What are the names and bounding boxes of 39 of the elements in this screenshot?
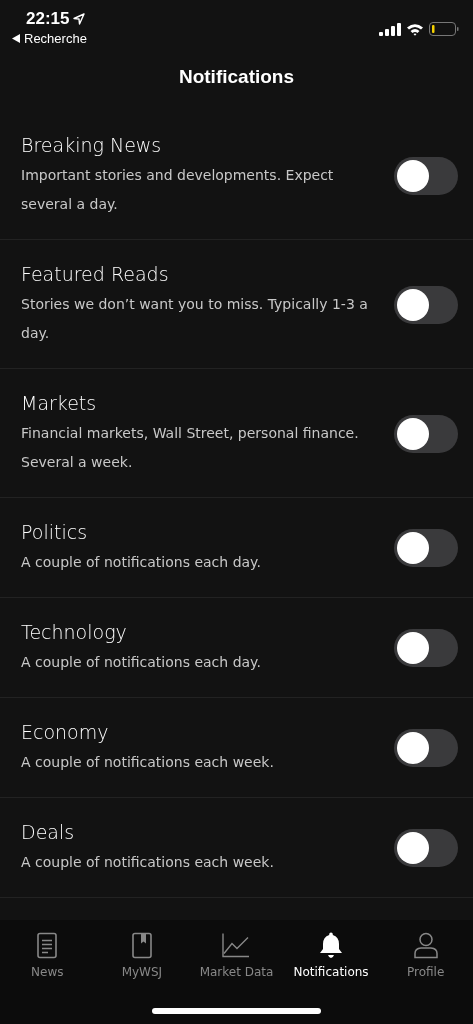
wifi-icon <box>406 22 424 36</box>
setting-title: Technology <box>21 620 128 645</box>
back-arrow-icon <box>12 34 20 43</box>
toggle-switch[interactable] <box>394 285 458 324</box>
setting-description: A couple of notifications each day. <box>21 553 262 572</box>
battery-icon <box>429 22 459 36</box>
person-icon <box>413 932 438 959</box>
document-icon <box>37 932 58 959</box>
location-arrow-icon <box>73 13 86 25</box>
back-link[interactable]: Recherche <box>12 29 87 46</box>
tab-item[interactable]: Notifications <box>286 928 377 983</box>
signal-icon <box>379 22 401 36</box>
setting-description: Stories we don’t want you to miss. Typically 1-3 a day. <box>21 295 369 343</box>
book-icon <box>131 932 152 959</box>
setting-description: A couple of notifications each day. <box>21 653 262 672</box>
setting-title: Deals <box>21 820 76 845</box>
setting-title: Politics <box>21 520 89 545</box>
setting-title: Markets <box>21 391 98 416</box>
toggle-switch[interactable] <box>394 729 458 767</box>
setting-title: Economy <box>21 720 110 745</box>
toggle-switch[interactable] <box>394 156 458 195</box>
toggle-switch[interactable] <box>394 414 458 453</box>
setting-description: Financial markets, Wall Street, personal finance. Several a week. <box>21 424 360 472</box>
line-chart-icon <box>222 932 251 959</box>
page-title: Notifications <box>178 65 295 89</box>
toggle-switch[interactable] <box>394 829 458 867</box>
tab-item[interactable]: Market Data <box>191 928 282 983</box>
setting-title: Featured Reads <box>21 262 170 287</box>
status-time: 22:15 <box>26 9 70 29</box>
tab-item[interactable]: MyWSJ <box>96 928 187 983</box>
setting-description: Important stories and developments. Expect several a day. <box>21 166 335 214</box>
toggle-switch[interactable] <box>394 629 458 667</box>
tab-item[interactable]: News <box>2 928 93 983</box>
setting-title: Breaking News <box>21 133 163 158</box>
setting-description: A couple of notifications each week. <box>21 753 275 772</box>
toggle-switch[interactable] <box>394 529 458 567</box>
bell-icon <box>319 932 344 959</box>
tab-item[interactable]: Profile <box>380 928 471 983</box>
setting-description: A couple of notifications each week. <box>21 853 275 872</box>
